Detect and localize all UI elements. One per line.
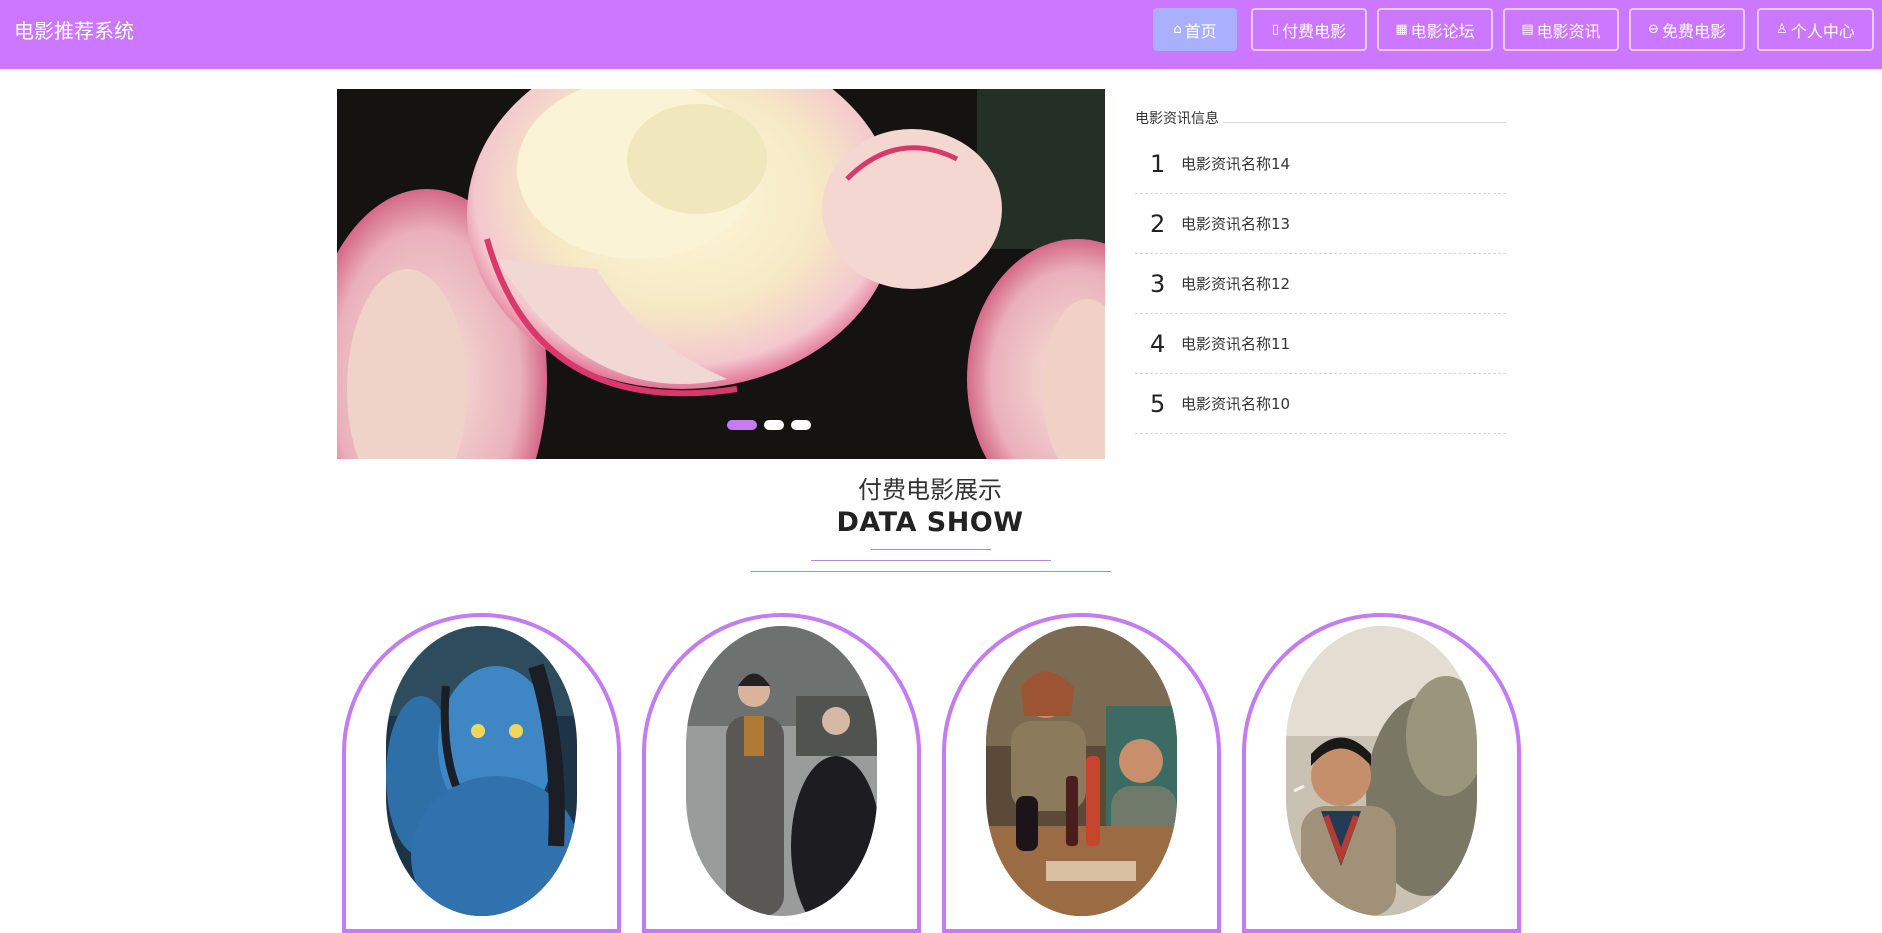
nav-forum-button[interactable]: ▦ 电影论坛 [1377,8,1493,51]
nav-label: 电影论坛 [1410,21,1475,41]
grid-icon: ▦ [1395,22,1408,37]
movie-poster[interactable] [986,626,1177,916]
site-logo-title[interactable]: 电影推荐系统 [14,15,134,44]
news-heading: 电影资讯信息 [1135,108,1506,134]
movie-poster[interactable] [1286,626,1477,916]
movie-card[interactable] [1242,613,1521,933]
home-icon: ⌂ [1173,22,1182,37]
news-list-item[interactable]: 1 电影资讯名称14 [1135,134,1506,194]
nav-label: 电影资讯 [1536,21,1601,41]
movie-card[interactable] [642,613,921,933]
man-with-cigarette-poster [1286,626,1477,916]
carousel-indicators [727,420,811,430]
news-title[interactable]: 电影资讯名称11 [1181,333,1290,354]
news-title[interactable]: 电影资讯名称14 [1181,153,1290,174]
carousel-dot[interactable] [791,420,811,430]
section-title: 付费电影展示 [858,476,1002,504]
film-icon: ▯ [1271,22,1280,37]
news-rank: 1 [1150,149,1166,178]
ticket-icon: ⊖ [1648,22,1659,37]
news-rank: 5 [1150,389,1166,418]
top-navigation-bar: 电影推荐系统 ⌂ 首页 ▯ 付费电影 ▦ 电影论坛 ▤ 电影资讯 ⊖ 免费电影 … [0,0,1882,69]
dinner-table-scene-poster [986,626,1177,916]
nav-news-button[interactable]: ▤ 电影资讯 [1503,8,1619,51]
news-list-item[interactable]: 5 电影资讯名称10 [1135,374,1506,434]
nav-label: 免费电影 [1661,21,1726,41]
nav-profile-button[interactable]: ♙ 个人中心 [1757,8,1874,51]
news-panel: 电影资讯信息 1 电影资讯名称14 2 电影资讯名称13 3 电影资讯名称12 … [1135,108,1506,434]
news-rank: 2 [1150,209,1166,238]
carousel-banner[interactable] [337,89,1105,459]
woman-in-grey-coat-poster [686,626,877,916]
user-icon: ♙ [1776,22,1788,37]
news-icon: ▤ [1521,22,1534,37]
news-title[interactable]: 电影资讯名称13 [1181,213,1290,234]
carousel-dot[interactable] [764,420,784,430]
decorative-underline [751,571,1111,572]
rose-flowers-photo [337,89,1105,459]
movie-card[interactable] [942,613,1221,933]
news-list-item[interactable]: 3 电影资讯名称12 [1135,254,1506,314]
news-rank: 4 [1150,329,1166,358]
decorative-underline [811,560,1051,561]
news-list-item[interactable]: 4 电影资讯名称11 [1135,314,1506,374]
movie-card[interactable] [342,613,621,933]
nav-paid-movies-button[interactable]: ▯ 付费电影 [1251,8,1367,51]
nav-home-button[interactable]: ⌂ 首页 [1153,8,1237,51]
nav-label: 付费电影 [1282,21,1347,41]
nav-label: 个人中心 [1790,21,1855,41]
news-heading-text: 电影资讯信息 [1135,111,1223,127]
movie-poster[interactable] [686,626,877,916]
carousel-dot[interactable] [727,420,757,430]
section-subtitle: DATA SHOW [836,507,1024,538]
movie-poster[interactable] [386,626,577,916]
nav-label: 首页 [1184,21,1217,41]
news-list-item[interactable]: 2 电影资讯名称13 [1135,194,1506,254]
news-rank: 3 [1150,269,1166,298]
decorative-underline [871,549,991,550]
news-title[interactable]: 电影资讯名称12 [1181,273,1290,294]
nav-free-movies-button[interactable]: ⊖ 免费电影 [1629,8,1745,51]
news-title[interactable]: 电影资讯名称10 [1181,393,1290,414]
blue-alien-character-poster [386,626,577,916]
